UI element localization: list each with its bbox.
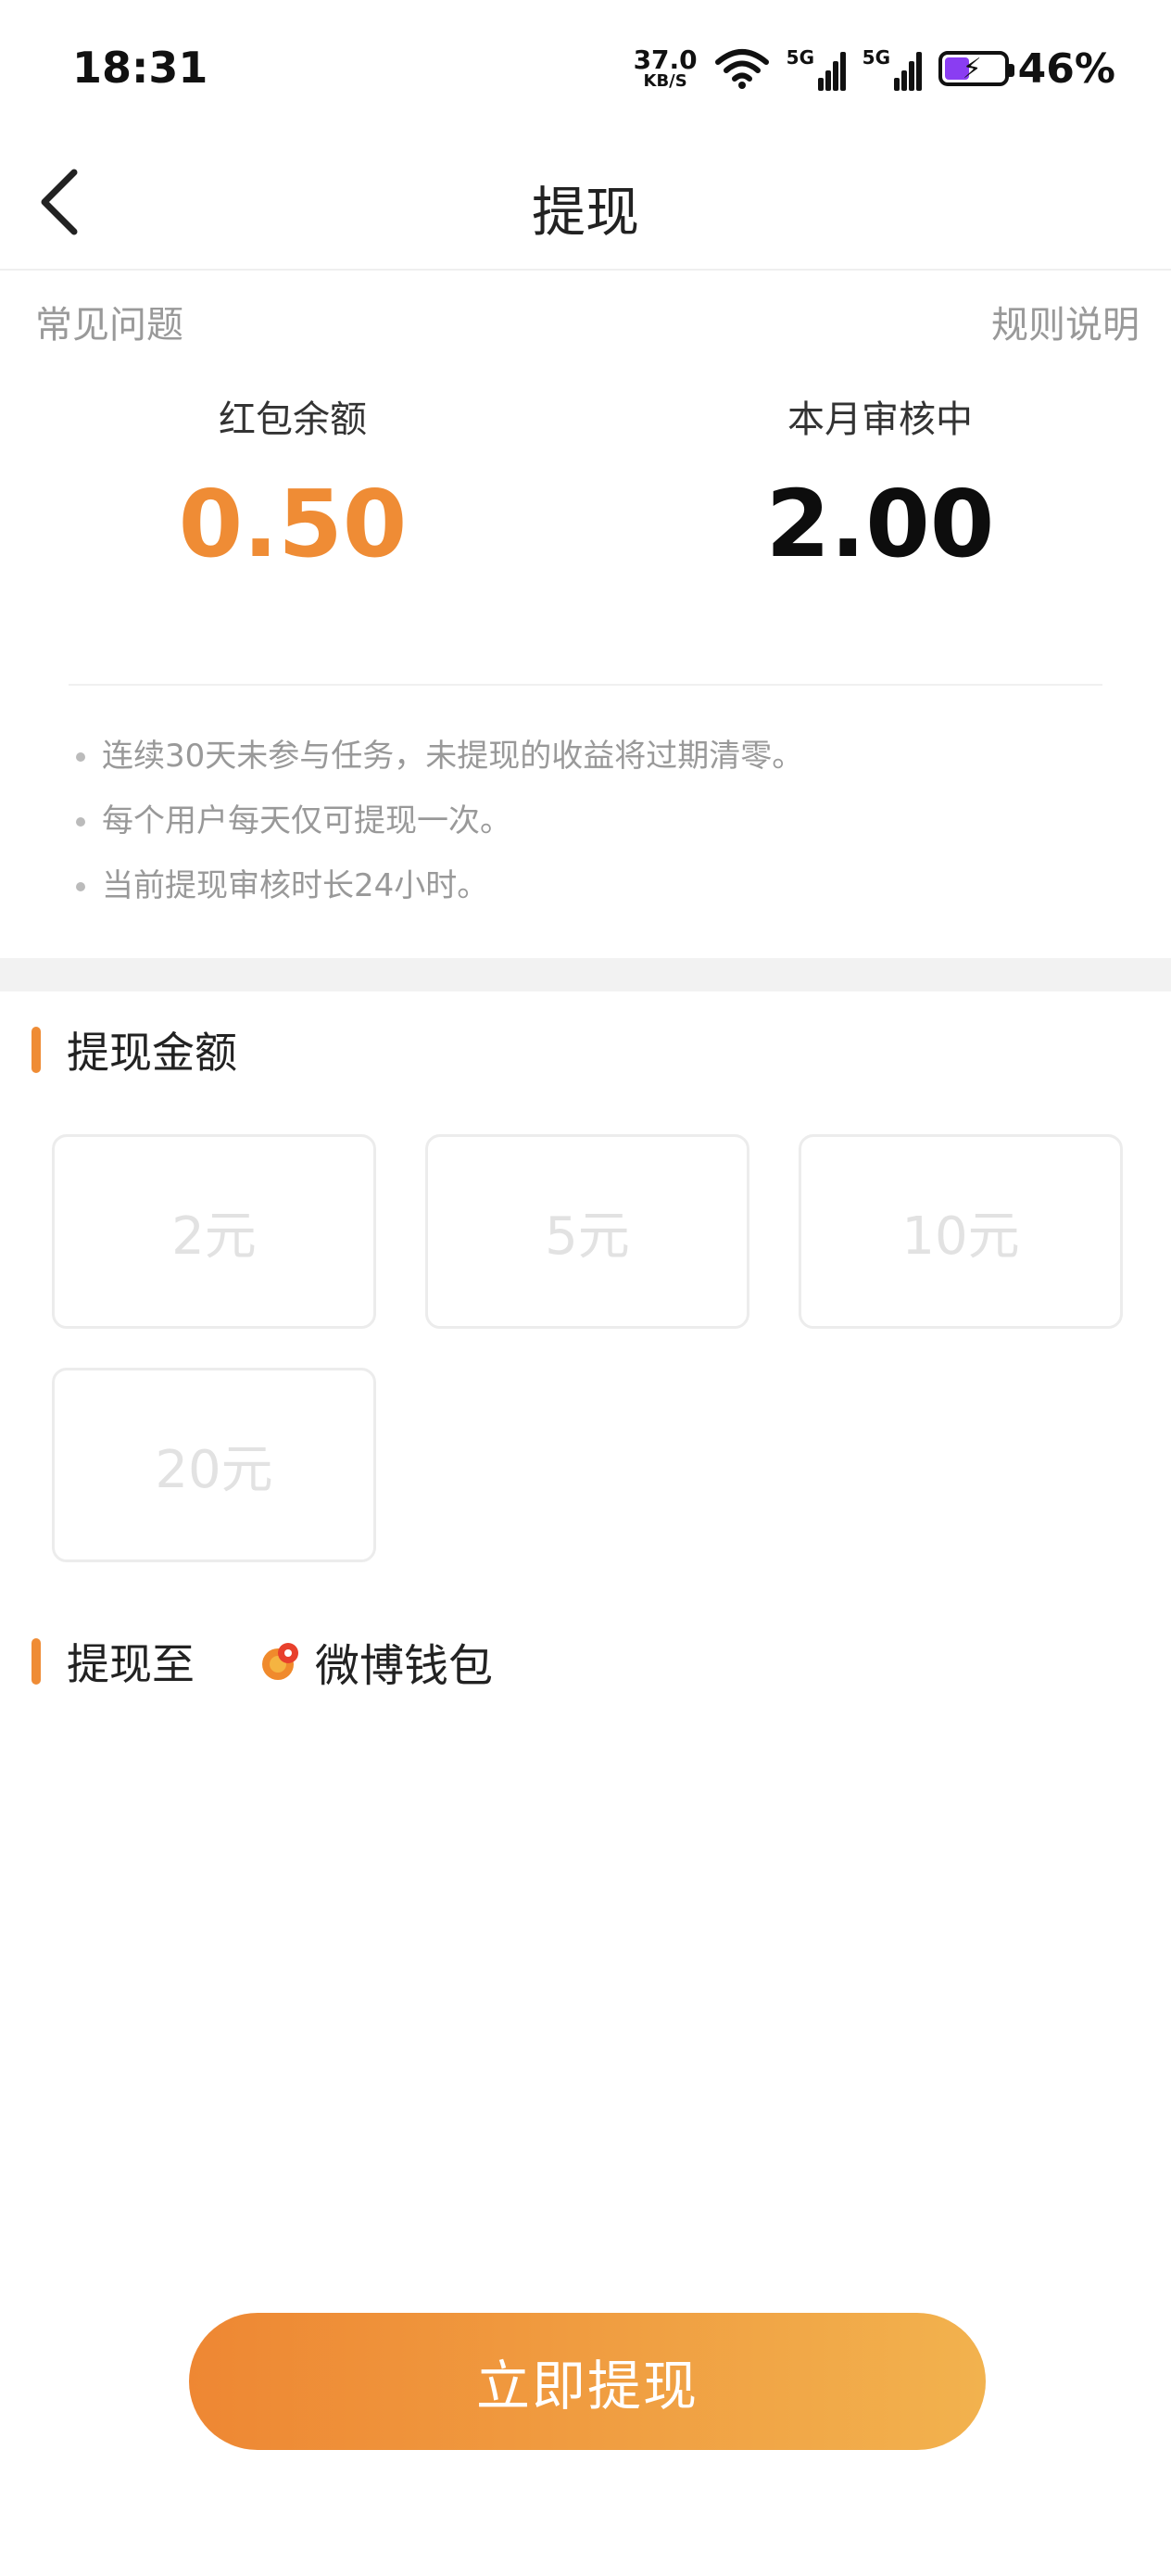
faq-link[interactable]: 常见问题 [35,295,183,348]
withdraw-now-button[interactable]: 立即提现 [189,2313,986,2450]
note-item: 每个用户每天仅可提现一次。 [75,795,803,860]
reviewing-stat: 本月审核中 2.00 [686,389,1075,571]
reviewing-value: 2.00 [765,470,995,578]
network-speed-unit: KB/S [643,71,687,91]
status-icons: 37.0 KB/S 5G 5G ⚡ 46% [634,41,1115,96]
battery-percent: 46% [1017,44,1115,93]
signal-sim2-icon: 5G [863,46,922,91]
charging-bolt-icon: ⚡ [962,53,982,85]
network-speed-value: 37.0 [633,44,698,75]
amount-option-10[interactable]: 10元 [799,1134,1123,1329]
amount-option-2[interactable]: 2元 [52,1134,376,1329]
page-title: 提现 [531,181,639,244]
note-item: 当前提现审核时长24小时。 [75,860,803,925]
battery-icon: ⚡ [938,51,1014,86]
amount-option-20[interactable]: 20元 [52,1368,376,1562]
navigation-bar: 提现 [0,139,1171,271]
amount-section-title: 提现金额 [67,1028,237,1078]
amount-option-5[interactable]: 5元 [425,1134,749,1329]
destination-title: 提现至 [67,1639,195,1689]
wifi-icon [714,49,769,89]
status-time: 18:31 [72,43,208,93]
balance-label: 红包余额 [219,398,367,441]
withdraw-page: 18:31 37.0 KB/S 5G 5G ⚡ 46% 提现 常见问题 规则说明… [0,0,1171,2576]
network-speed: 37.0 KB/S [634,47,698,90]
accent-bar [31,1027,41,1073]
weibo-wallet-icon [262,1643,298,1680]
section-separator [0,958,1171,991]
note-item: 连续30天未参与任务，未提现的收益将过期清零。 [75,730,803,795]
accent-bar [31,1638,41,1685]
divider [69,684,1102,686]
wallet-name: 微博钱包 [315,1640,494,1692]
sim2-network-type: 5G [862,46,891,69]
notes-list: 连续30天未参与任务，未提现的收益将过期清零。 每个用户每天仅可提现一次。 当前… [75,730,803,925]
rules-link[interactable]: 规则说明 [991,295,1140,348]
signal-sim1-icon: 5G [787,46,846,91]
status-bar: 18:31 37.0 KB/S 5G 5G ⚡ 46% [0,0,1171,139]
reviewing-label: 本月审核中 [787,398,973,441]
sim1-network-type: 5G [786,46,815,69]
balance-value: 0.50 [178,470,408,578]
battery-indicator: ⚡ 46% [938,45,1115,93]
destination-section-header: 提现至 微博钱包 [31,1629,493,1694]
wallet-option[interactable]: 微博钱包 [259,1629,493,1694]
balance-stat: 红包余额 0.50 [98,389,487,571]
amount-section-header: 提现金额 [31,1019,237,1080]
